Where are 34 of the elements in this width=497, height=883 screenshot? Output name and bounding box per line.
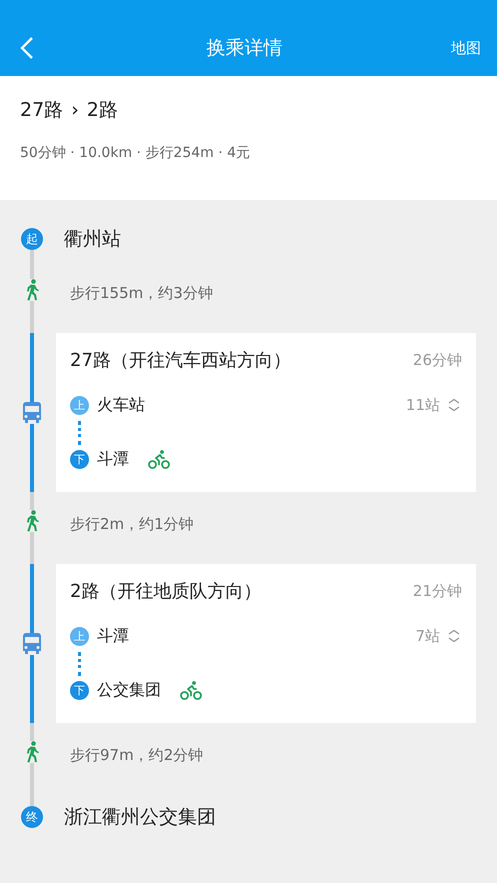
stop-badge: 下 (70, 680, 89, 700)
ride-duration: 21分钟 (412, 582, 462, 600)
bus-icon (23, 402, 41, 424)
stop-name: 公交集团 (97, 680, 161, 700)
bus-icon (23, 632, 41, 654)
expand-icon[interactable] (446, 628, 462, 644)
ride-duration: 26分钟 (412, 350, 462, 370)
walk-info: 步行2m，约1分钟 (70, 514, 194, 534)
station-name: 衢州站 (64, 227, 121, 252)
stop-badge: 上 (70, 626, 89, 646)
walking-person-icon (24, 741, 40, 763)
page-title: 换乘详情 (206, 36, 284, 61)
bus-line-title: 27路（开往汽车西站方向） (70, 349, 291, 372)
walking-person-icon (24, 510, 40, 532)
stop-name: 斗潭 (97, 626, 129, 646)
stop-name: 火车站 (97, 394, 145, 416)
stop-badge: 下 (70, 450, 89, 468)
endpoint-badge: 终 (21, 806, 43, 828)
stop-count: 7站 (415, 626, 440, 646)
bus-line-title: 2路（开往地质队方向） (70, 580, 262, 603)
route-name: 27路 (20, 98, 64, 123)
stop-name: 斗潭 (97, 448, 129, 470)
route-separator: › (71, 99, 79, 121)
station-name: 浙江衢州公交集团 (64, 805, 216, 830)
stop-badge: 上 (70, 396, 89, 414)
endpoint-badge: 起 (21, 228, 43, 250)
expand-icon[interactable] (446, 397, 462, 413)
walking-person-icon (24, 279, 40, 301)
route-name: 2路 (86, 98, 118, 123)
walk-info: 步行155m，约3分钟 (70, 284, 213, 302)
trip-summary: 50分钟 · 10.0km · 步行254m · 4元 (20, 144, 252, 162)
stop-count: 11站 (406, 396, 440, 414)
map-button[interactable]: 地图 (451, 34, 481, 62)
walk-info: 步行97m，约2分钟 (70, 746, 204, 764)
